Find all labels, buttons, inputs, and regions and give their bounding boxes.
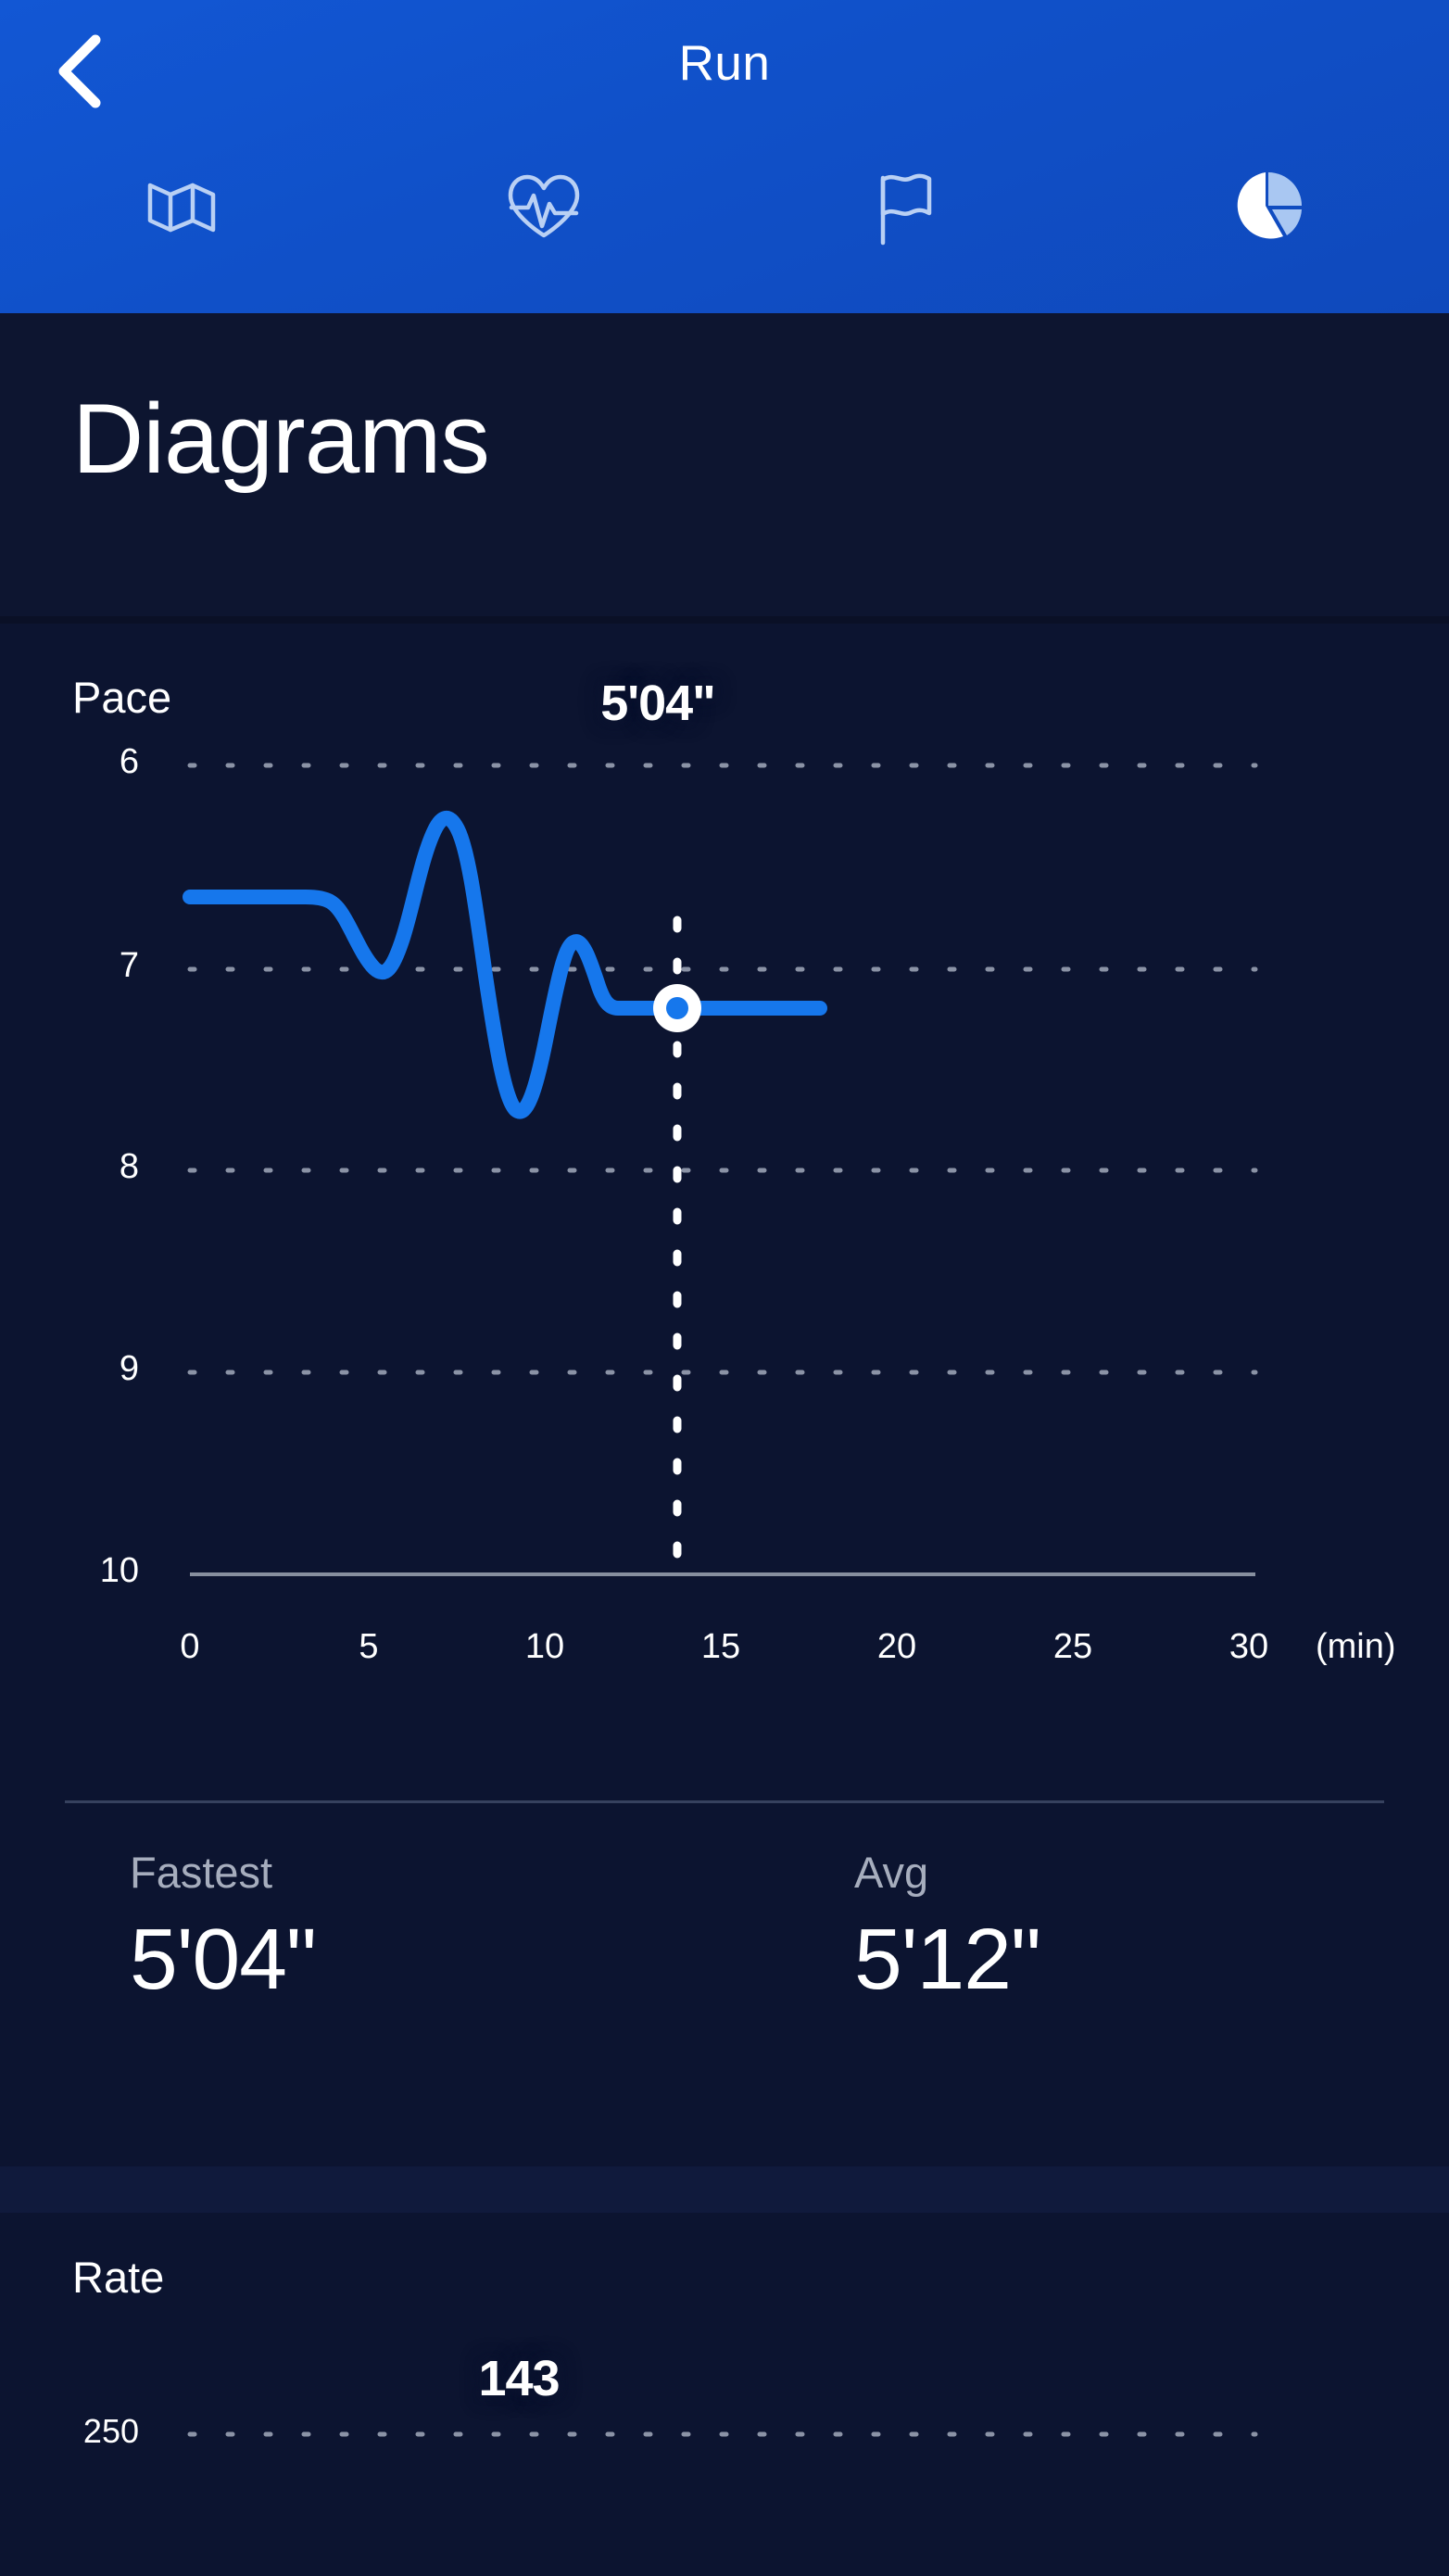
pace-xtick-5: 5 — [359, 1627, 379, 1666]
tabbar — [0, 159, 1449, 308]
pace-x-unit: (min) — [1316, 1627, 1396, 1666]
flag-icon — [870, 169, 942, 248]
pace-ytick-8: 8 — [119, 1147, 139, 1186]
rate-ytick-250: 250 — [82, 2412, 139, 2450]
app-root: Run Diagrams Pace 5'04" 6 7 8 9 10 0 5 1… — [0, 0, 1449, 2576]
nav-header: Run — [0, 0, 1449, 313]
pace-ytick-9: 9 — [119, 1349, 139, 1388]
pace-xtick-20: 20 — [876, 1627, 917, 1666]
pace-ytick-7: 7 — [119, 946, 139, 985]
heart-pulse-icon — [503, 169, 585, 246]
tab-diagrams[interactable] — [1087, 159, 1449, 308]
pace-card-label: Pace — [72, 673, 172, 722]
pace-xtick-25: 25 — [1052, 1627, 1093, 1666]
stat-avg: Avg 5'12" — [724, 1847, 1449, 2005]
pace-line-series — [183, 811, 827, 1119]
stat-avg-label: Avg — [854, 1848, 929, 1897]
page-title-run: Run — [678, 36, 771, 91]
stat-fastest-label: Fastest — [130, 1848, 273, 1897]
stats-divider — [65, 1800, 1384, 1803]
rate-card-label: Rate — [72, 2253, 165, 2302]
pace-gridlines — [187, 763, 1258, 1375]
pace-ytick-10: 10 — [99, 1551, 139, 1590]
page-title: Diagrams — [72, 383, 490, 494]
rate-chart[interactable]: 250 — [0, 2305, 1449, 2576]
pace-card: Pace 5'04" 6 7 8 9 10 0 5 10 15 20 25 30… — [0, 624, 1449, 2166]
pace-peak-annotation: 5'04" — [600, 676, 716, 731]
pace-ytick-6: 6 — [119, 742, 139, 781]
pace-current-marker — [653, 984, 701, 1032]
pace-xtick-0: 0 — [180, 1627, 200, 1666]
title-section: Diagrams — [0, 313, 1449, 616]
map-icon — [143, 169, 220, 246]
pie-chart-icon — [1231, 169, 1305, 243]
pace-xtick-15: 15 — [700, 1627, 741, 1666]
tab-map[interactable] — [0, 159, 362, 308]
stat-fastest: Fastest 5'04" — [0, 1847, 724, 2005]
stat-fastest-value: 5'04" — [130, 1911, 317, 2007]
tab-laps[interactable] — [724, 159, 1087, 308]
section-separator — [0, 616, 1449, 624]
pace-xtick-30: 30 — [1228, 1627, 1269, 1666]
pace-xtick-10: 10 — [524, 1627, 565, 1666]
card-separator-band — [0, 2166, 1449, 2213]
pace-chart-svg — [183, 763, 1258, 1579]
rate-card: Rate 143 250 — [0, 2213, 1449, 2576]
stat-avg-value: 5'12" — [854, 1911, 1041, 2007]
tab-heart-rate[interactable] — [362, 159, 724, 308]
pace-chart[interactable]: 6 7 8 9 10 0 5 10 15 20 25 30 (min) — [0, 735, 1449, 1763]
rate-chart-svg — [187, 2431, 1258, 2437]
pace-stats: Fastest 5'04" Avg 5'12" — [0, 1847, 1449, 2005]
